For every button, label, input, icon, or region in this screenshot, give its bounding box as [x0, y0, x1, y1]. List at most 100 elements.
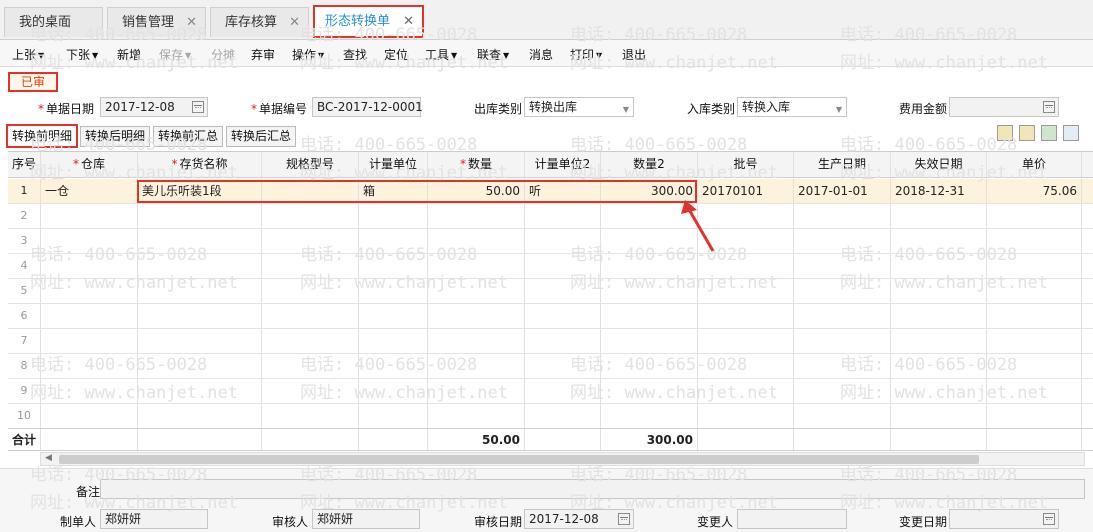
table-cell[interactable] — [41, 279, 138, 303]
table-cell[interactable] — [987, 329, 1082, 353]
table-cell[interactable] — [987, 379, 1082, 403]
message-button[interactable]: 消息 — [529, 46, 553, 63]
table-cell[interactable] — [262, 379, 359, 403]
subtab-before-detail[interactable]: 转换前明细 — [6, 124, 79, 148]
table-cell[interactable] — [262, 354, 359, 378]
prev-button[interactable]: 上张 ▼ — [12, 46, 44, 63]
tools-menu[interactable]: 工具 ▼ — [425, 46, 457, 63]
table-cell[interactable] — [428, 354, 525, 378]
excel-export-icon[interactable] — [1041, 125, 1057, 141]
table-cell[interactable]: 2018-12-31 — [891, 179, 987, 203]
table-cell[interactable] — [359, 254, 428, 278]
doc-no-field[interactable]: BC-2017-12-0001 — [312, 97, 423, 117]
change-date-field[interactable] — [949, 509, 1059, 529]
table-cell[interactable] — [698, 354, 794, 378]
table-cell[interactable] — [138, 254, 262, 278]
table-cell[interactable] — [138, 279, 262, 303]
print-menu[interactable]: 打印 ▼ — [570, 46, 602, 63]
table-cell[interactable] — [891, 229, 987, 253]
table-cell[interactable] — [794, 404, 891, 428]
table-cell[interactable] — [987, 204, 1082, 228]
table-cell[interactable] — [794, 329, 891, 353]
table-cell[interactable] — [428, 229, 525, 253]
table-cell[interactable] — [138, 229, 262, 253]
out-type-select[interactable]: 转换出库 ▼ — [524, 97, 634, 117]
table-cell[interactable] — [138, 329, 262, 353]
table-cell[interactable] — [359, 204, 428, 228]
table-cell[interactable] — [525, 404, 601, 428]
table-cell[interactable] — [359, 354, 428, 378]
table-cell[interactable] — [891, 254, 987, 278]
col-header-warehouse[interactable]: * 仓库 — [41, 152, 138, 177]
table-cell[interactable] — [262, 204, 359, 228]
table-cell[interactable] — [138, 404, 262, 428]
table-cell[interactable] — [987, 404, 1082, 428]
copy-row-icon[interactable] — [997, 125, 1013, 141]
tab-form-conversion[interactable]: 形态转换单 ✕ — [313, 5, 424, 38]
table-cell[interactable] — [138, 304, 262, 328]
table-cell[interactable] — [601, 254, 698, 278]
col-header-spec[interactable]: 规格型号 — [262, 152, 359, 177]
col-header-unit[interactable]: 计量单位 — [359, 152, 428, 177]
table-cell[interactable] — [428, 204, 525, 228]
table-cell[interactable] — [359, 329, 428, 353]
table-cell[interactable] — [428, 254, 525, 278]
table-cell[interactable] — [428, 329, 525, 353]
in-type-select[interactable]: 转换入库 ▼ — [737, 97, 847, 117]
subtab-after-summary[interactable]: 转换后汇总 — [226, 126, 297, 147]
table-cell[interactable] — [428, 279, 525, 303]
table-cell[interactable] — [525, 354, 601, 378]
table-cell[interactable]: 一仓 — [41, 179, 138, 203]
table-cell[interactable] — [601, 379, 698, 403]
link-query-menu[interactable]: 联查 ▼ — [477, 46, 509, 63]
table-cell[interactable] — [359, 229, 428, 253]
scrollbar-thumb[interactable] — [59, 455, 979, 464]
table-cell[interactable] — [41, 404, 138, 428]
fee-field[interactable] — [949, 97, 1059, 117]
table-cell[interactable] — [359, 304, 428, 328]
table-row[interactable]: 5 — [8, 279, 1093, 304]
table-cell[interactable] — [698, 404, 794, 428]
table-row[interactable]: 6 — [8, 304, 1093, 329]
table-cell[interactable] — [359, 404, 428, 428]
scroll-left-icon[interactable]: ◀ — [45, 453, 52, 463]
col-header-unit2[interactable]: 计量单位2 — [525, 152, 601, 177]
find-button[interactable]: 查找 — [343, 46, 367, 63]
close-icon[interactable]: ✕ — [289, 8, 300, 37]
table-cell[interactable] — [891, 379, 987, 403]
next-button[interactable]: 下张 ▼ — [66, 46, 98, 63]
table-cell[interactable] — [359, 379, 428, 403]
table-cell[interactable] — [428, 304, 525, 328]
unaudit-button[interactable]: 弃审 — [251, 46, 275, 63]
audit-date-field[interactable]: 2017-12-08 — [524, 509, 634, 529]
table-cell[interactable] — [987, 304, 1082, 328]
table-row[interactable]: 9 — [8, 379, 1093, 404]
table-cell[interactable] — [987, 354, 1082, 378]
tab-desktop[interactable]: 我的桌面 — [4, 7, 103, 37]
table-row[interactable]: 7 — [8, 329, 1093, 354]
table-cell[interactable]: 箱 — [359, 179, 428, 203]
table-cell[interactable] — [794, 204, 891, 228]
table-cell[interactable] — [794, 229, 891, 253]
table-cell[interactable]: 美儿乐听装1段 — [138, 179, 262, 203]
table-cell[interactable] — [987, 229, 1082, 253]
close-icon[interactable]: ✕ — [403, 7, 414, 36]
table-cell[interactable] — [794, 304, 891, 328]
table-cell[interactable] — [41, 204, 138, 228]
table-cell[interactable] — [698, 329, 794, 353]
table-cell[interactable] — [138, 204, 262, 228]
col-header-prod-date[interactable]: 生产日期 — [794, 152, 891, 177]
table-cell[interactable] — [601, 404, 698, 428]
table-cell[interactable] — [138, 379, 262, 403]
col-header-price[interactable]: 单价 — [987, 152, 1082, 177]
table-cell[interactable] — [525, 379, 601, 403]
subtab-after-detail[interactable]: 转换后明细 — [80, 126, 151, 147]
table-row[interactable]: 8 — [8, 354, 1093, 379]
remark-field[interactable] — [100, 479, 1085, 499]
table-row[interactable]: 3 — [8, 229, 1093, 254]
calendar-icon[interactable] — [192, 101, 204, 113]
table-cell[interactable] — [601, 279, 698, 303]
calendar-icon[interactable] — [618, 513, 630, 525]
tab-sales[interactable]: 销售管理 ✕ — [107, 7, 206, 37]
table-cell[interactable] — [262, 254, 359, 278]
